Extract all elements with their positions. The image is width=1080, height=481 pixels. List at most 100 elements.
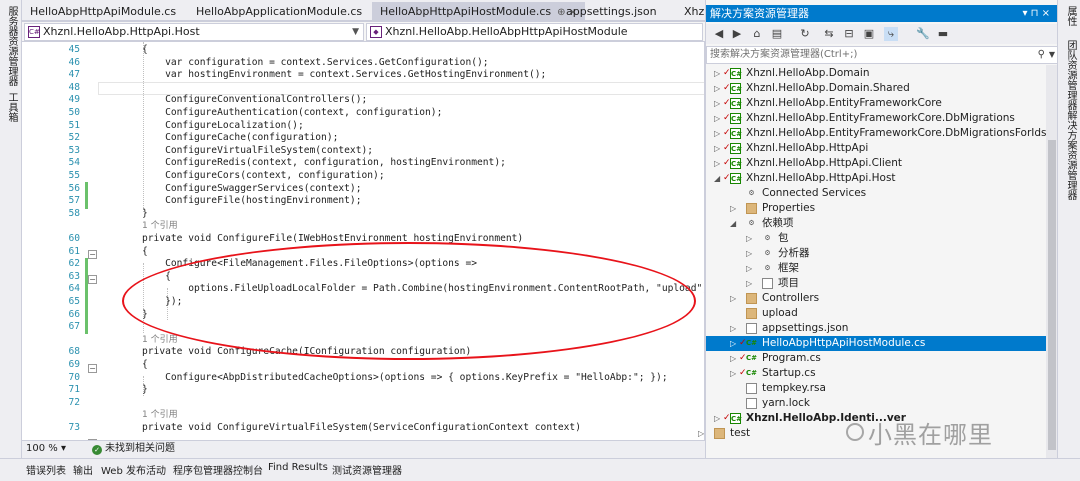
line-number: 70 (68, 371, 80, 383)
tree-node[interactable]: ▷ ✓ C# Xhznl.HelloAbp.HttpApi (706, 141, 1046, 156)
tree-node[interactable]: ▷ ✓ C# Program.cs (706, 351, 1046, 366)
expand-arrow-icon[interactable]: ▷ (730, 201, 736, 216)
tree-node[interactable]: ▷ ✓ C# Xhznl.HelloAbp.Domain (706, 66, 1046, 81)
expand-arrow-icon[interactable]: ▷ (714, 141, 720, 156)
folder-icon (746, 308, 757, 319)
zoom-level[interactable]: 100 % ▾ (26, 441, 66, 456)
watermark-logo-icon (846, 423, 864, 441)
tree-node[interactable]: ▷ 项目 (706, 276, 1046, 291)
tree-node-label: Connected Services (762, 187, 867, 199)
tab-httpapi-module[interactable]: HelloAbpHttpApiModule.cs (22, 2, 184, 20)
class-dropdown[interactable]: ◆ Xhznl.HelloAbp.HelloAbpHttpApiHostModu… (366, 23, 703, 41)
back-icon[interactable]: ◀ (712, 27, 726, 41)
tree-node-label: Xhznl.HelloAbp.EntityFrameworkCore.DbMig… (746, 112, 1015, 124)
expand-arrow-icon[interactable]: ▷ (714, 96, 720, 111)
solution-explorer-tab[interactable]: 解决方案资源管理器 (1063, 110, 1078, 200)
show-all-files-icon[interactable]: ▣ (862, 27, 876, 41)
preview-icon[interactable]: ⤷ (884, 27, 898, 41)
csharp-file-icon: C# (746, 339, 758, 347)
team-explorer-tab[interactable]: 团队资源管理器 (1063, 40, 1078, 110)
tree-node[interactable]: upload (706, 306, 1046, 321)
expand-arrow-icon[interactable]: ▷ (714, 81, 720, 96)
tree-node[interactable]: ▷ ⚙ 分析器 (706, 246, 1046, 261)
find-results-tab[interactable]: Find Results (268, 462, 328, 473)
tree-node[interactable]: ▷ ✓ C# Xhznl.HelloAbp.EntityFrameworkCore.D… (706, 126, 1047, 141)
expand-arrow-icon[interactable]: ▷ (730, 366, 736, 381)
expand-arrow-icon[interactable]: ▷ (714, 126, 720, 141)
package-console-tab[interactable]: 程序包管理器控制台 (173, 462, 263, 477)
tree-node[interactable]: ▷ Controllers (706, 291, 1046, 306)
expand-arrow-icon[interactable]: ▷ (730, 336, 736, 351)
window-buttons[interactable]: ▾ ⊓ × (1022, 5, 1050, 22)
tree-node[interactable]: ▷ appsettings.json (706, 321, 1046, 336)
tree-node[interactable]: ▷ ✓ C# Xhznl.HelloAbp.Domain.Shared (706, 81, 1046, 96)
tree-node[interactable]: ▷ Properties (706, 201, 1046, 216)
output-tab[interactable]: 输出 (73, 462, 93, 477)
expand-arrow-icon[interactable]: ▷ (746, 276, 752, 291)
expand-arrow-icon[interactable]: ▷ (714, 111, 720, 126)
expand-arrow-icon[interactable]: ▷ (714, 156, 720, 171)
code-text: { (142, 359, 148, 370)
code-text: ConfigureAuthentication(context, configu… (142, 107, 443, 118)
tree-node[interactable]: ▷ ✓ C# Xhznl.HelloAbp.HttpApi.Client (706, 156, 1046, 171)
expand-arrow-icon[interactable]: ▷ (746, 246, 752, 261)
tab-appsettings[interactable]: appsettings.json (558, 2, 665, 20)
code-editor[interactable]: 45 {46 var configuration = context.Servic… (22, 42, 705, 440)
tree-node[interactable]: tempkey.rsa (706, 381, 1046, 396)
search-icon: ⚲ (1037, 49, 1045, 60)
tree-node[interactable]: ▷ ✓ C# Xhznl.HelloAbp.EntityFrameworkCore.D… (706, 111, 1046, 126)
code-line: 51 ConfigureLocalization(); (22, 120, 704, 133)
home-icon[interactable]: ⌂ (750, 27, 764, 41)
expand-arrow-icon[interactable]: ▷ (714, 66, 720, 81)
tree-node[interactable]: ▷ ✓ C# Xhznl.HelloAbp.EntityFrameworkCore (706, 96, 1046, 111)
history-icon[interactable]: ↻ (798, 27, 812, 41)
tree-node[interactable]: ◢ ✓ C# Xhznl.HelloAbp.HttpApi.Host (706, 171, 1046, 186)
tab-application-module[interactable]: HelloAbpApplicationModule.cs (188, 2, 370, 20)
expand-arrow-icon[interactable]: ◢ (730, 216, 736, 231)
expand-arrow-icon[interactable]: ▷ (730, 351, 736, 366)
expand-arrow-icon[interactable]: ◢ (714, 171, 720, 186)
expand-arrow-icon[interactable]: ▷ (730, 321, 736, 336)
tree-node[interactable]: ▷ ✓ C# Startup.cs (706, 366, 1046, 381)
scrollbar-thumb[interactable] (1048, 140, 1056, 450)
tree-node[interactable]: ◢ ⚙ 依赖项 (706, 216, 1046, 231)
tree-node[interactable]: ⚙ Connected Services (706, 186, 1046, 201)
solution-search-input[interactable]: 搜索解决方案资源管理器(Ctrl+;) ⚲ ▼ (706, 46, 1058, 64)
reference-count-link[interactable]: 1 个引用 (142, 220, 178, 233)
tab-httpapihost-module[interactable]: HelloAbpHttpApiHostModule.cs ⊕ × (372, 2, 586, 20)
code-line: 50 ConfigureAuthentication(context, conf… (22, 107, 704, 120)
chevron-down-icon: ▼ (1048, 50, 1055, 59)
forward-icon[interactable]: ▶ (730, 27, 744, 41)
error-list-tab[interactable]: 错误列表 (26, 462, 66, 477)
expand-arrow-icon[interactable]: ▷ (714, 411, 720, 426)
dependency-icon: ⚙ (764, 249, 771, 257)
reference-count-link[interactable]: 1 个引用 (142, 409, 178, 422)
tree-node[interactable]: ▷ ⚙ 框架 (706, 261, 1046, 276)
expand-arrow-icon[interactable]: ▷ (730, 291, 736, 306)
expand-arrow-icon[interactable]: ▷ (746, 231, 752, 246)
fold-toggle-icon[interactable]: − (88, 275, 97, 284)
toolbox-tab[interactable]: 工具箱 (4, 92, 19, 122)
fold-toggle-icon[interactable]: − (88, 250, 97, 259)
issues-indicator[interactable]: ✓ 未找到相关问题 (92, 441, 175, 456)
collapse-all-icon[interactable]: ⊟ (842, 27, 856, 41)
tree-node[interactable]: ▷ ✓ C# HelloAbpHttpApiHostModule.cs (706, 336, 1046, 351)
tab-overflow[interactable]: Xhzn (676, 2, 705, 20)
reference-count-link[interactable]: 1 个引用 (142, 334, 178, 347)
fold-toggle-icon[interactable]: − (88, 364, 97, 373)
server-explorer-tab[interactable]: 服务器资源管理器 (4, 6, 19, 86)
switch-views-icon[interactable]: ▤ (770, 27, 784, 41)
project-dropdown[interactable]: C# Xhznl.HelloAbp.HttpApi.Host ▼ (24, 23, 364, 41)
code-text: private void ConfigureVirtualFileSystem(… (142, 422, 581, 433)
test-explorer-tab[interactable]: 测试资源管理器 (332, 462, 402, 477)
expand-arrow-icon[interactable]: ▷ (746, 261, 752, 276)
dash-icon[interactable]: ▬ (936, 27, 950, 41)
properties-tab[interactable]: 属性 (1063, 6, 1078, 26)
tree-node[interactable]: ▷ ⚙ 包 (706, 231, 1046, 246)
web-publish-tab[interactable]: Web 发布活动 (101, 462, 166, 477)
properties-wrench-icon[interactable]: 🔧 (916, 27, 930, 41)
expand-arrow-icon[interactable]: ▷ (698, 426, 704, 441)
tree-node[interactable]: yarn.lock (706, 396, 1046, 411)
sync-icon[interactable]: ⇆ (822, 27, 836, 41)
code-text: } (142, 384, 148, 396)
